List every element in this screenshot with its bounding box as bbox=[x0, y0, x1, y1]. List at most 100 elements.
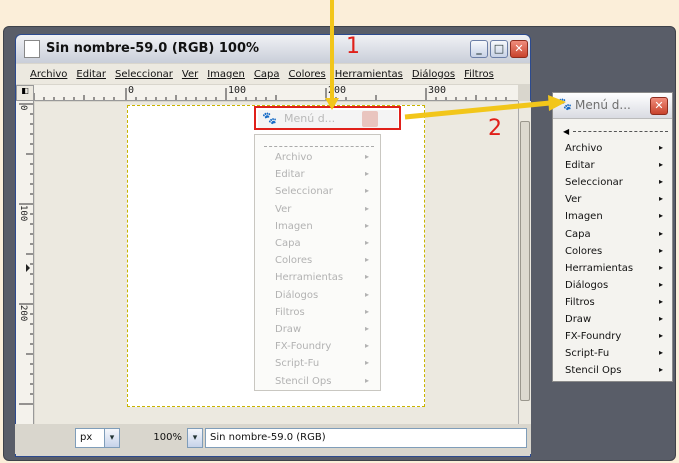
submenu-arrow-icon: ▸ bbox=[364, 203, 369, 213]
menu-filtros[interactable]: Filtros bbox=[464, 69, 494, 80]
faded-menu-item-label: Imagen bbox=[275, 220, 313, 232]
faded-menu-item: Herramientas ▸ bbox=[275, 272, 375, 283]
submenu-arrow-icon: ▸ bbox=[364, 341, 369, 351]
faded-menu-item-label: Capa bbox=[275, 238, 301, 249]
tearoff-menu-item[interactable]: Draw ▸ bbox=[565, 314, 669, 325]
quick-mask-toggle[interactable]: ◧ bbox=[16, 85, 34, 101]
tearoff-menu-item[interactable]: Imagen ▸ bbox=[565, 211, 669, 222]
vertical-scrollbar[interactable] bbox=[518, 101, 531, 431]
submenu-arrow-icon: ▸ bbox=[658, 245, 663, 255]
vertical-ruler: 0 100 200 bbox=[16, 101, 34, 431]
faded-menu-item: Editar ▸ bbox=[275, 169, 375, 180]
tearoff-menu-item-label: Archivo bbox=[565, 143, 603, 154]
tearoff-menu-item[interactable]: Herramientas ▸ bbox=[565, 263, 669, 274]
unit-dropdown-button[interactable]: ▾ bbox=[104, 428, 120, 448]
tearoff-menu-item[interactable]: Stencil Ops ▸ bbox=[565, 365, 669, 376]
menu-seleccionar[interactable]: Seleccionar bbox=[115, 69, 173, 80]
tearoff-menu-item[interactable]: Editar ▸ bbox=[565, 160, 669, 171]
submenu-arrow-icon: ▸ bbox=[658, 177, 663, 187]
submenu-arrow-icon: ▸ bbox=[364, 238, 369, 247]
tearoff-menu-item[interactable]: Diálogos ▸ bbox=[565, 280, 669, 291]
unit-select[interactable]: px bbox=[75, 428, 105, 448]
faded-menu-item: FX-Foundry ▸ bbox=[275, 341, 375, 352]
title-bar[interactable]: Sin nombre-59.0 (RGB) 100% _ □ ✕ bbox=[16, 35, 530, 63]
tearoff-menu-item-label: Filtros bbox=[565, 296, 595, 308]
vruler-label-100: 100 bbox=[18, 205, 28, 222]
step-2-label: 2 bbox=[488, 116, 502, 141]
ruler-ticks-v bbox=[19, 103, 33, 405]
menu-archivo[interactable]: Archivo bbox=[30, 69, 67, 80]
menu-capa[interactable]: Capa bbox=[254, 69, 280, 80]
menu-herramientas[interactable]: Herramientas bbox=[335, 69, 403, 80]
submenu-arrow-icon: ▸ bbox=[364, 255, 369, 265]
tearoff-menu-item[interactable]: Colores ▸ bbox=[565, 246, 669, 257]
tearoff-menu-item-label: Draw bbox=[565, 314, 592, 325]
tearoff-title: Menú d... bbox=[575, 98, 631, 112]
submenu-arrow-icon: ▸ bbox=[364, 358, 369, 368]
tearoff-menu-window: 🐾 Menú d... ✕ ◀ Archivo ▸ Editar ▸ Seleccion… bbox=[552, 92, 673, 382]
tearoff-menu-item[interactable]: Filtros ▸ bbox=[565, 297, 669, 308]
tearoff-menu-item-label: Stencil Ops bbox=[565, 365, 622, 377]
zoom-value[interactable]: 100% bbox=[135, 428, 187, 448]
faded-menu-item-label: Draw bbox=[275, 324, 302, 335]
faded-menu-item: Archivo ▸ bbox=[275, 152, 375, 163]
status-bar: px ▾ 100% ▾ Sin nombre-59.0 (RGB) bbox=[15, 424, 531, 454]
submenu-arrow-icon: ▸ bbox=[658, 279, 663, 289]
tearoff-menu-item-label: Editar bbox=[565, 160, 595, 172]
faded-menu-item: Stencil Ops ▸ bbox=[275, 376, 375, 387]
faded-menu-item-label: Diálogos bbox=[275, 289, 319, 301]
tearoff-arrow-left-icon: ◀ bbox=[563, 127, 570, 136]
window-title: Sin nombre-59.0 (RGB) 100% bbox=[46, 41, 260, 56]
menu-dialogos[interactable]: Diálogos bbox=[412, 69, 455, 80]
faded-menu-item-label: FX-Foundry bbox=[275, 341, 332, 353]
menu-colores[interactable]: Colores bbox=[288, 69, 325, 80]
menubar: Archivo Editar Seleccionar Ver Imagen Ca… bbox=[16, 64, 530, 84]
submenu-arrow-icon: ▸ bbox=[658, 365, 663, 375]
tearoff-menu-item[interactable]: Archivo ▸ bbox=[565, 143, 669, 154]
maximize-button[interactable]: □ bbox=[490, 40, 508, 58]
submenu-arrow-icon: ▸ bbox=[658, 331, 663, 341]
zoom-dropdown-button[interactable]: ▾ bbox=[187, 428, 203, 448]
ruler-label-300: 300 bbox=[428, 85, 447, 96]
tearoff-menu-item[interactable]: Capa ▸ bbox=[565, 229, 669, 240]
vertical-scroll-thumb[interactable] bbox=[520, 121, 530, 401]
faded-menu-item-label: Seleccionar bbox=[275, 186, 333, 198]
tearoff-menu-item-label: Herramientas bbox=[565, 262, 634, 274]
faded-menu-item: Colores ▸ bbox=[275, 255, 375, 266]
menu-ver[interactable]: Ver bbox=[182, 69, 198, 80]
tearoff-menu-item[interactable]: Seleccionar ▸ bbox=[565, 177, 669, 188]
submenu-arrow-icon: ▸ bbox=[364, 306, 369, 316]
submenu-arrow-icon: ▸ bbox=[364, 324, 369, 333]
minimize-button[interactable]: _ bbox=[470, 40, 488, 58]
horizontal-ruler: 0 100 200 300 bbox=[34, 85, 518, 101]
submenu-arrow-icon: ▸ bbox=[364, 152, 369, 161]
ruler-label-0: 0 bbox=[128, 85, 135, 96]
submenu-arrow-icon: ▸ bbox=[364, 289, 369, 299]
faded-menu-item: Draw ▸ bbox=[275, 324, 375, 335]
tearoff-titlebar[interactable]: 🐾 Menú d... ✕ bbox=[553, 93, 672, 119]
tearoff-line bbox=[573, 131, 668, 132]
submenu-arrow-icon: ▸ bbox=[658, 348, 663, 358]
tearoff-menu-item[interactable]: Ver ▸ bbox=[565, 194, 669, 205]
submenu-arrow-icon: ▸ bbox=[658, 194, 663, 204]
menu-editar[interactable]: Editar bbox=[76, 69, 106, 80]
submenu-arrow-icon: ▸ bbox=[658, 211, 663, 221]
submenu-arrow-icon: ▸ bbox=[658, 262, 663, 272]
tearoff-menu-item[interactable]: FX-Foundry ▸ bbox=[565, 331, 669, 342]
tearoff-menu-item-label: Seleccionar bbox=[565, 177, 623, 189]
faded-menu-item: Seleccionar ▸ bbox=[275, 186, 375, 197]
faded-menu-item: Imagen ▸ bbox=[275, 221, 375, 232]
faded-menu-item-label: Ver bbox=[275, 203, 292, 215]
menu-imagen[interactable]: Imagen bbox=[207, 69, 245, 80]
submenu-arrow-icon: ▸ bbox=[658, 160, 663, 170]
faded-menu-item: Ver ▸ bbox=[275, 204, 375, 215]
submenu-arrow-icon: ▸ bbox=[364, 272, 369, 282]
document-icon bbox=[24, 40, 40, 58]
tearoff-close-button[interactable]: ✕ bbox=[650, 97, 668, 115]
submenu-arrow-icon: ▸ bbox=[364, 186, 369, 196]
highlight-box bbox=[254, 106, 401, 130]
tearoff-menu-item[interactable]: Script-Fu ▸ bbox=[565, 348, 669, 359]
gimp-wilber-icon: 🐾 bbox=[557, 97, 572, 111]
tearoff-menu-item-label: Colores bbox=[565, 245, 603, 257]
close-button[interactable]: ✕ bbox=[510, 40, 528, 58]
